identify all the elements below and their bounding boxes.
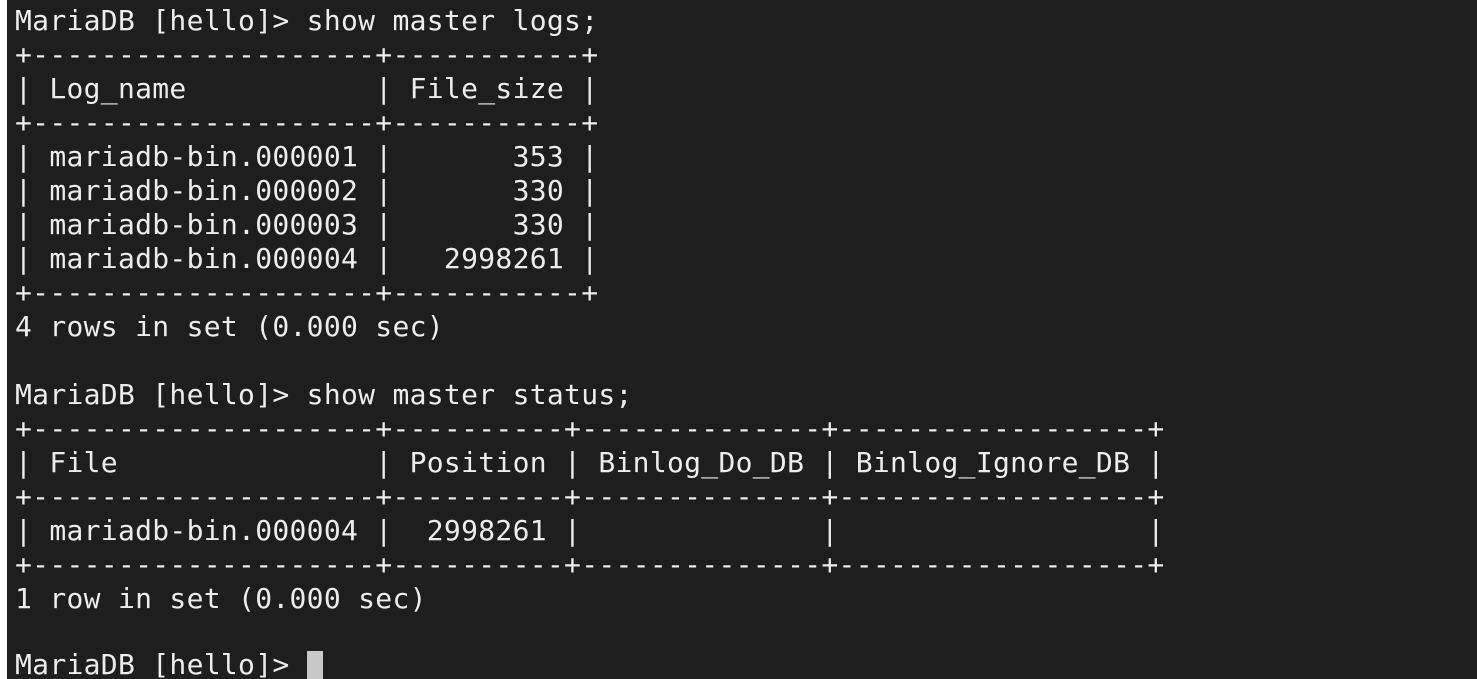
table-row: | mariadb-bin.000001 | 353 | [15,140,599,173]
table-row: | mariadb-bin.000004 | 2998261 | [15,242,599,275]
table-header-row: | File | Position | Binlog_Do_DB | Binlo… [15,446,1165,479]
command-line-show-master-logs: MariaDB [hello]> show master logs; [15,4,599,37]
table-border: +--------------------+-----------+ [15,106,599,139]
result-summary: 4 rows in set (0.000 sec) [15,310,444,343]
table-row: | mariadb-bin.000004 | 2998261 | | | [15,514,1165,547]
prompt-text: MariaDB [hello]> [15,648,307,679]
table-border: +--------------------+-----------+ [15,38,599,71]
table-border: +--------------------+-----------+ [15,276,599,309]
terminal-window: MariaDB [hello]> show master logs; +----… [0,0,1477,679]
table-border: +--------------------+----------+-------… [15,548,1165,581]
table-border: +--------------------+----------+-------… [15,412,1165,445]
table-row: | mariadb-bin.000002 | 330 | [15,174,599,207]
table-row: | mariadb-bin.000003 | 330 | [15,208,599,241]
prompt-line[interactable]: MariaDB [hello]> [15,648,323,679]
terminal-screen[interactable]: MariaDB [hello]> show master logs; +----… [7,0,1477,679]
table-border: +--------------------+----------+-------… [15,480,1165,513]
command-line-show-master-status: MariaDB [hello]> show master status; [15,378,633,411]
table-header-row: | Log_name | File_size | [15,72,599,105]
text-cursor [306,651,323,679]
result-summary: 1 row in set (0.000 sec) [15,582,427,615]
